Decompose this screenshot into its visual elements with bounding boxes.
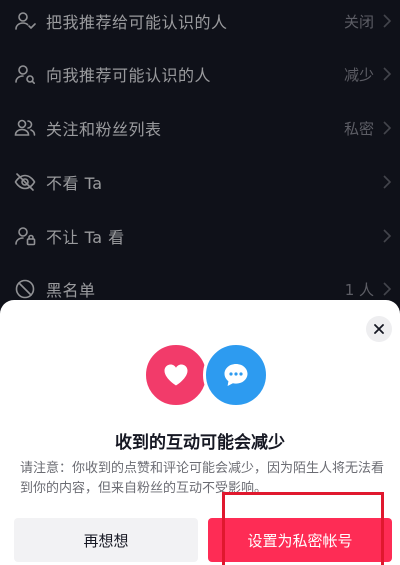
close-icon (374, 324, 384, 334)
heart-icon (164, 364, 188, 386)
chat-bubble-icon (224, 364, 248, 386)
dialog-title: 收到的互动可能会减少 (115, 433, 285, 453)
reconsider-button[interactable]: 再想想 (14, 518, 198, 562)
chat-bubble (203, 342, 269, 408)
heart-bubble (143, 342, 209, 408)
close-button[interactable] (366, 316, 392, 342)
annotation-highlight (222, 492, 384, 565)
